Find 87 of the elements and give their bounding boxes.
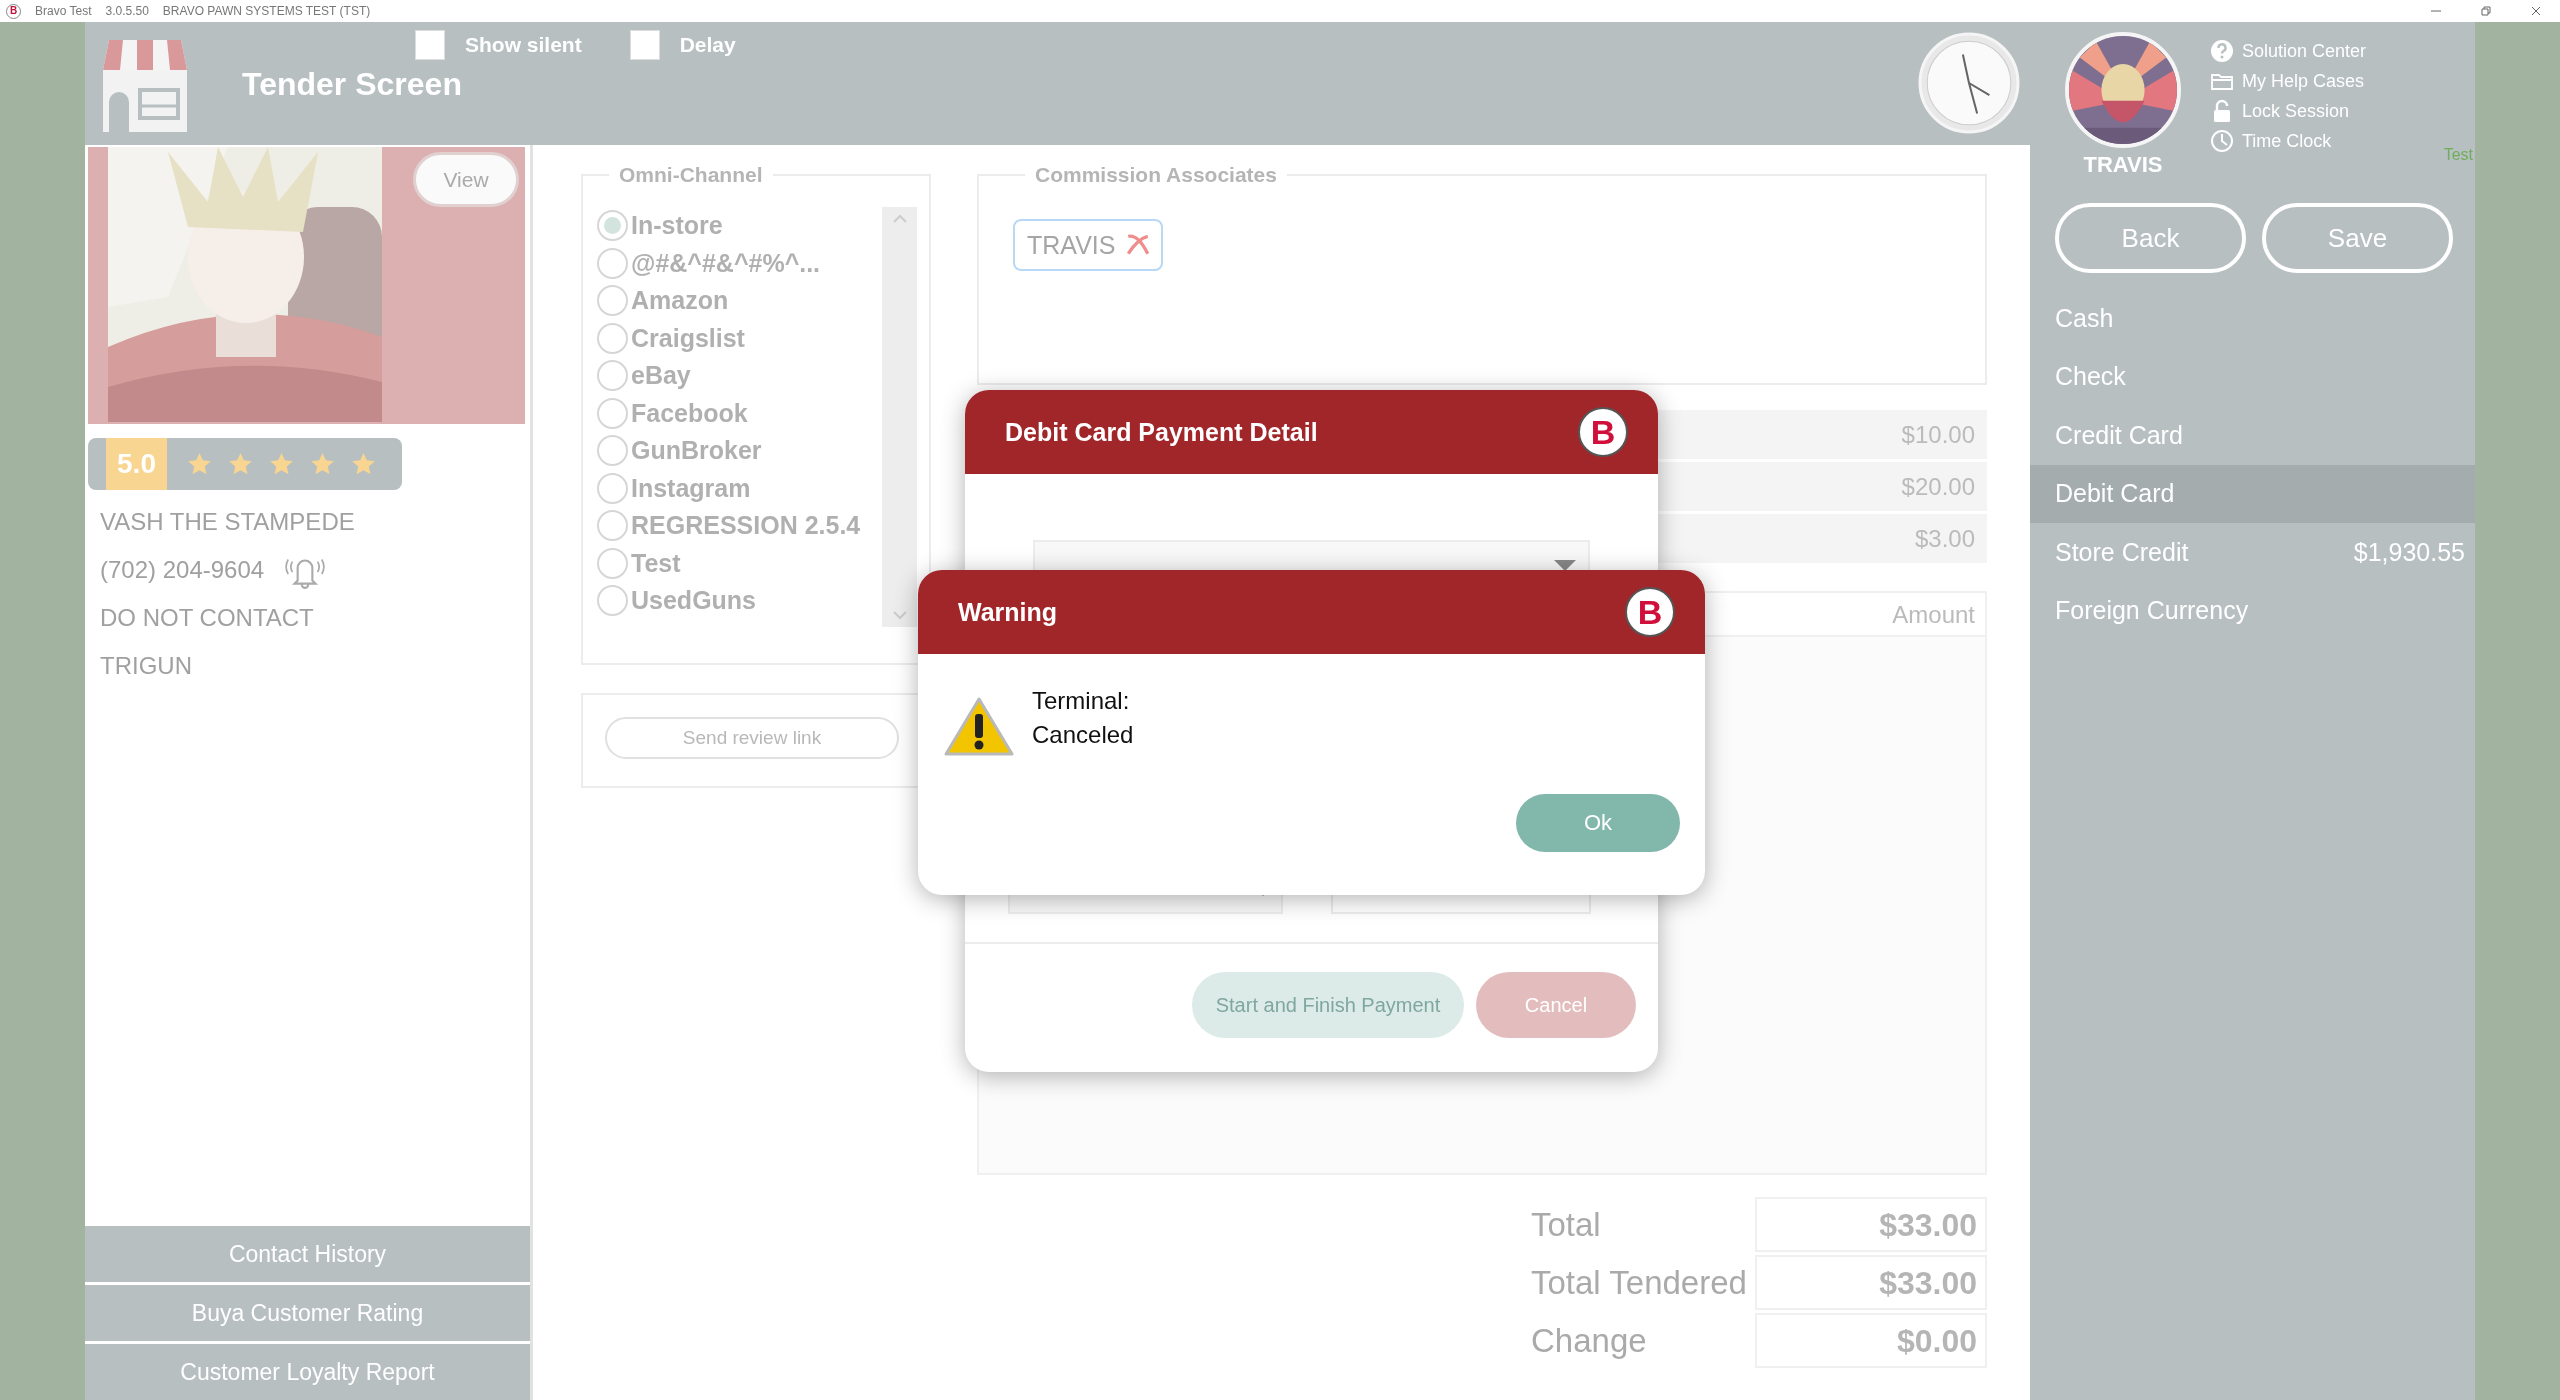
back-button[interactable]: Back [2055,203,2246,273]
channel-option[interactable]: Test [597,544,882,582]
total-value: $33.00 [1755,1255,1987,1310]
customer-name: VASH THE STAMPEDE [100,507,356,537]
view-button[interactable]: View [413,152,519,207]
rating-score: 5.0 [106,438,167,490]
tender-option[interactable]: Store Credit $1,930.55 [2030,523,2475,582]
star-icon [228,451,253,477]
total-value: $0.00 [1755,1313,1987,1368]
radio-button[interactable] [597,285,628,317]
clock-icon [2210,129,2234,153]
payment-amount: $3.00 [1914,524,1975,553]
customer-note: TRIGUN [100,651,193,681]
channel-option[interactable]: Craigslist [597,319,882,357]
channel-option[interactable]: @#&^#&^#%^... [597,244,882,282]
warning-icon [944,696,1014,758]
radio-button[interactable] [597,360,628,392]
radio-button[interactable] [597,397,628,429]
total-label: Total Tendered [1531,1263,1743,1302]
checkbox-label: Show silent [465,33,582,57]
ok-button[interactable]: Ok [1516,794,1680,852]
group-title: Omni-Channel [618,163,764,187]
total-value: $33.00 [1755,1197,1987,1252]
customer-action-button[interactable]: Customer Loyalty Report [85,1344,530,1400]
channel-option[interactable]: GunBroker [597,432,882,470]
checkbox[interactable] [629,30,660,60]
radio-button[interactable] [597,585,628,617]
group-title: Commission Associates [1034,163,1278,187]
brand-logo: B [1578,407,1628,457]
menu-link[interactable]: Lock Session [2210,98,2367,124]
payment-amount: $20.00 [1901,472,1975,501]
radio-button[interactable] [597,547,628,579]
payment-amount: $10.00 [1901,420,1975,449]
checkbox-label: Delay [679,33,736,57]
screen-title: Tender Screen [242,66,463,103]
channel-option[interactable]: Facebook [597,394,882,432]
close-icon[interactable] [2530,5,2542,17]
checkbox[interactable] [415,30,445,60]
customer-action-button[interactable]: Buya Customer Rating [85,1285,530,1341]
warning-message: Terminal: Canceled [1032,686,1134,750]
scrollbar[interactable] [882,207,917,627]
channel-option[interactable]: UsedGuns [597,582,882,620]
help-icon [2210,39,2234,63]
radio-button[interactable] [597,210,628,242]
dialog-title: Debit Card Payment Detail [1005,417,1318,447]
user-name: TRAVIS [2083,152,2163,178]
save-button[interactable]: Save [2262,203,2453,273]
environment-label: Test [2443,146,2473,164]
restore-icon[interactable] [2480,5,2492,17]
associate-name: TRAVIS [1027,230,1116,260]
channel-option[interactable]: Instagram [597,469,882,507]
channel-option[interactable]: In-store [597,207,882,245]
star-icon [351,451,376,477]
brand-logo: B [1625,587,1675,637]
menu-link[interactable]: Time Clock [2210,128,2367,154]
tender-option[interactable]: Credit Card [2030,406,2475,465]
star-icon [187,451,212,477]
total-label: Change [1531,1321,1648,1360]
tender-option[interactable]: Cash [2030,289,2475,348]
menu-link[interactable]: My Help Cases [2210,68,2367,94]
tender-option[interactable]: Foreign Currency [2030,581,2475,640]
channel-option[interactable]: REGRESSION 2.5.4 [597,507,882,545]
tender-balance: $1,930.55 [2353,537,2465,567]
associate-tag[interactable]: TRAVIS [1013,219,1164,271]
channel-option[interactable]: Amazon [597,282,882,320]
total-label: Total [1531,1205,1602,1244]
send-review-link-button[interactable]: Send review link [605,717,899,759]
tender-option[interactable]: Check [2030,347,2475,406]
menu-link[interactable]: Solution Center [2210,38,2367,64]
cancel-button[interactable]: Cancel [1476,972,1636,1038]
channel-option[interactable]: eBay [597,357,882,395]
radio-button[interactable] [597,435,628,467]
radio-button[interactable] [597,322,628,354]
radio-button[interactable] [597,472,628,504]
start-payment-button[interactable]: Start and Finish Payment [1192,972,1464,1038]
tender-option[interactable]: Debit Card [2030,464,2475,523]
radio-button[interactable] [597,510,628,542]
app-name: Bravo Test [35,4,92,18]
star-icon [269,451,294,477]
system-name: BRAVO PAWN SYSTEMS TEST (TST) [162,4,371,18]
customer-note: DO NOT CONTACT [100,603,315,633]
clock-icon [1918,32,2020,134]
phone-number: (702) 204-9604 [100,555,265,585]
star-icon [310,451,335,477]
customer-action-button[interactable]: Contact History [85,1226,530,1282]
radio-button[interactable] [597,247,628,279]
app-version: 3.0.5.50 [105,4,149,18]
